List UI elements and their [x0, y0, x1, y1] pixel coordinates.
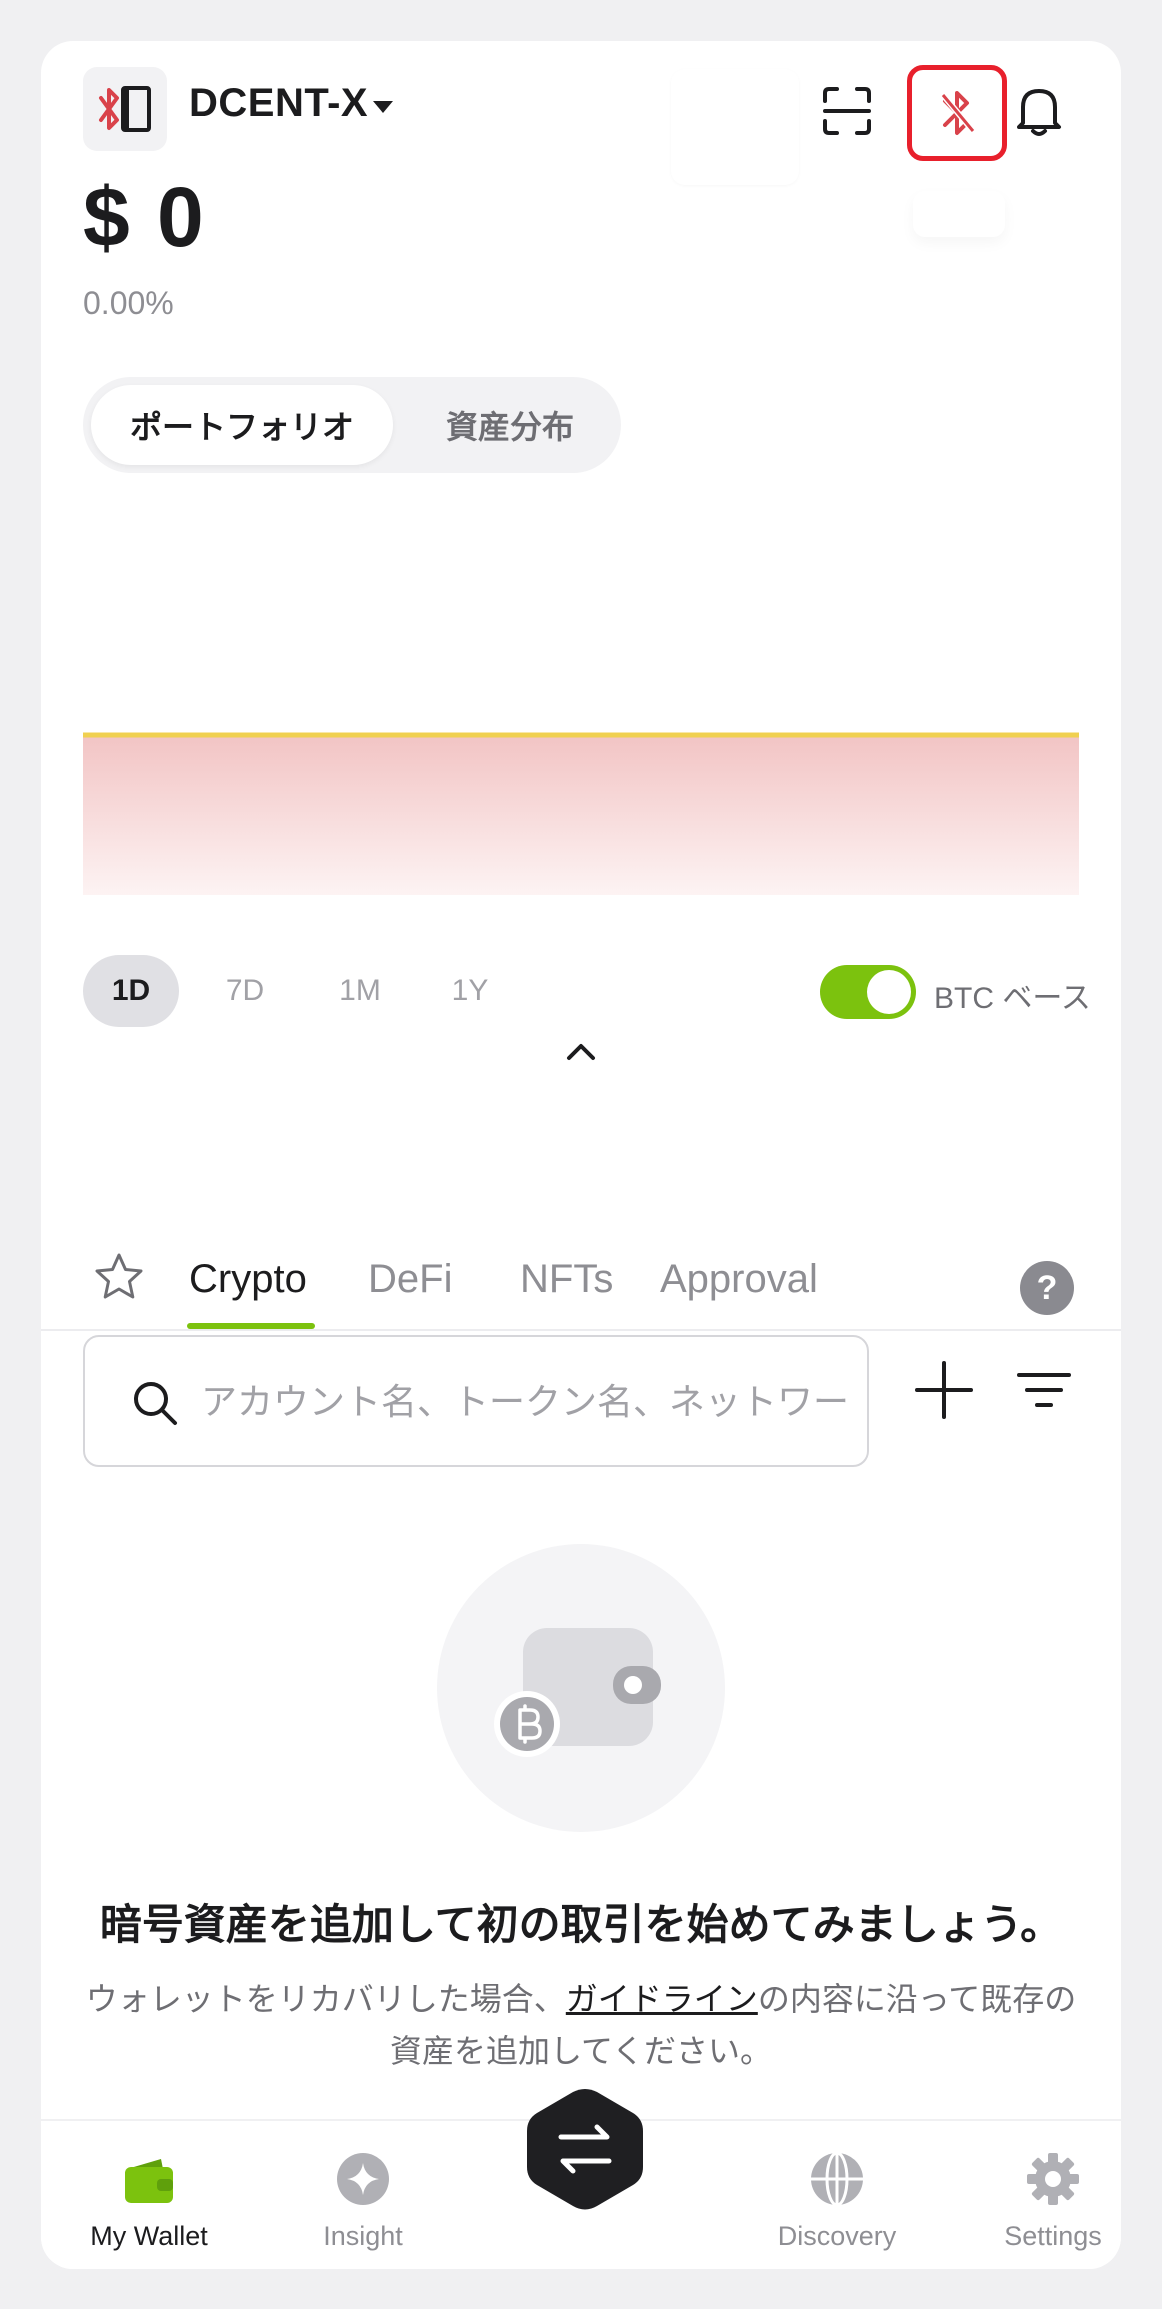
chart-area: [83, 735, 1079, 895]
asset-tabs: Crypto DeFi NFTs Approval ?: [41, 1217, 1121, 1331]
bell-icon: [1017, 89, 1061, 136]
active-tab-indicator: [187, 1323, 315, 1329]
btc-base-toggle[interactable]: [820, 965, 916, 1019]
nav-insight[interactable]: Insight: [283, 2151, 443, 2261]
btc-base-label: BTC ベース: [934, 982, 1091, 1015]
header: DCENT-X: [41, 41, 1121, 237]
filter-icon[interactable]: [1013, 1359, 1075, 1421]
wallet-logo[interactable]: [83, 67, 167, 151]
range-7d[interactable]: 7D: [200, 955, 290, 1027]
empty-state-title: 暗号資産を追加して初の取引を始めてみましょう。: [99, 1901, 1063, 1948]
dcent-device-icon: [99, 86, 151, 132]
tab-portfolio[interactable]: ポートフォリオ: [91, 385, 393, 465]
tab-defi[interactable]: DeFi: [368, 1257, 452, 1302]
wallet-screen: DCENT-X $ 0 0.00% ポートフォリオ 資産分布 1D 7D 1M …: [41, 41, 1121, 2269]
nav-label: Discovery: [777, 2221, 897, 2251]
overlay-panel: [671, 69, 799, 185]
wallet-icon: [125, 2159, 173, 2203]
range-1m[interactable]: 1M: [315, 955, 405, 1027]
range-1y[interactable]: 1Y: [425, 955, 515, 1027]
empty-desc-text: ウォレットをリカバリした場合、: [85, 1981, 566, 2017]
range-1d[interactable]: 1D: [83, 955, 179, 1027]
wallet-bitcoin-icon: [494, 1628, 661, 1757]
add-icon[interactable]: [911, 1357, 977, 1423]
collapse-chart-button[interactable]: [557, 1031, 605, 1071]
tab-asset-distribution[interactable]: 資産分布: [405, 385, 615, 465]
search-input[interactable]: [201, 1367, 851, 1437]
empty-state-illustration: [437, 1544, 725, 1832]
balance-change: 0.00%: [83, 285, 174, 321]
scan-button[interactable]: [807, 71, 887, 151]
star-icon[interactable]: [93, 1251, 145, 1303]
globe-icon: [811, 2151, 863, 2207]
chevron-down-icon[interactable]: [373, 101, 393, 113]
search-box: [83, 1335, 869, 1467]
tab-approval[interactable]: Approval: [660, 1257, 818, 1302]
swap-button[interactable]: [521, 2085, 649, 2213]
tab-crypto[interactable]: Crypto: [189, 1257, 307, 1302]
nav-label: Insight: [323, 2221, 403, 2251]
empty-state-description: ウォレットをリカバリした場合、ガイドラインの内容に沿って既存の資産を追加してくだ…: [81, 1973, 1081, 2077]
guideline-link[interactable]: ガイドライン: [566, 1981, 758, 2017]
total-balance: $ 0: [83, 170, 206, 264]
overlay-panel: [913, 191, 1005, 237]
sparkle-icon: [337, 2153, 389, 2205]
notification-button[interactable]: [999, 71, 1079, 151]
toggle-knob: [867, 970, 911, 1014]
gear-icon: [1027, 2153, 1079, 2205]
nav-my-wallet[interactable]: My Wallet: [69, 2151, 229, 2261]
scan-icon: [823, 87, 871, 135]
nav-discovery[interactable]: Discovery: [757, 2151, 917, 2261]
help-button[interactable]: ?: [1020, 1261, 1074, 1315]
portfolio-view-switch: ポートフォリオ 資産分布: [83, 377, 621, 473]
portfolio-chart: [83, 732, 1079, 895]
wallet-name[interactable]: DCENT-X: [189, 81, 368, 126]
search-icon: [134, 1382, 177, 1425]
tab-nfts[interactable]: NFTs: [520, 1257, 613, 1302]
nav-label: Settings: [1004, 2221, 1102, 2251]
nav-label: My Wallet: [90, 2221, 208, 2251]
bluetooth-icon: [940, 91, 976, 135]
nav-settings[interactable]: Settings: [973, 2151, 1121, 2261]
chevron-up-icon: [567, 1044, 595, 1060]
bluetooth-button[interactable]: [907, 65, 1007, 161]
